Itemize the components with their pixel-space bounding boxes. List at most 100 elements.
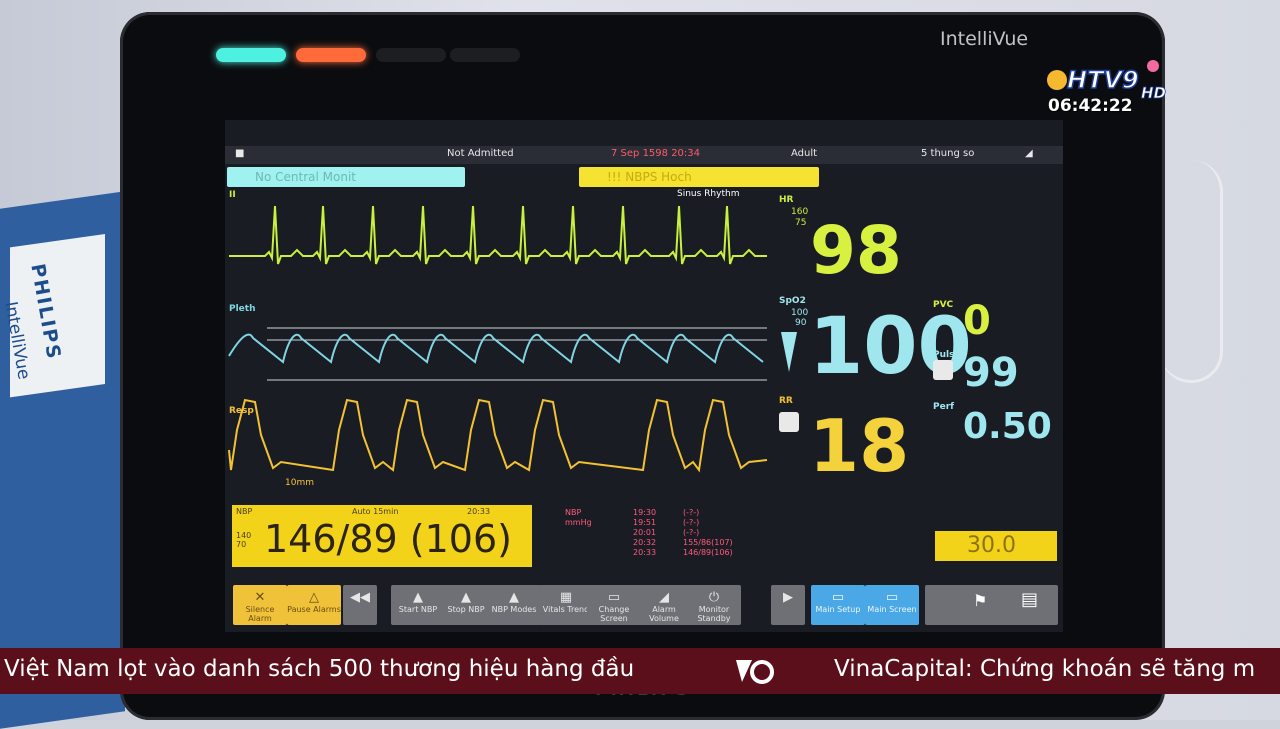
spo2-signal-icon	[781, 332, 797, 372]
pleth-label: Pleth	[229, 304, 256, 314]
ticker-right-text: VinaCapital: Chứng khoán sẽ tăng m	[834, 656, 1256, 682]
smartkey-label: Main Screen	[867, 605, 917, 614]
hr-limit-lo: 75	[795, 218, 807, 228]
hr-label: HR	[779, 195, 794, 205]
pvc-label: PVC	[933, 300, 954, 310]
nbp-header-left: NBP	[236, 507, 253, 516]
smartkey-icon: ▶	[783, 590, 793, 605]
smartkey-label: Main Setup	[815, 605, 861, 614]
smartkey-label: Pause Alarms	[287, 605, 341, 614]
monitor-screen: ■ Not Admitted 7 Sep 1598 20:34 Adult 5 …	[225, 120, 1063, 632]
resp-waveform	[228, 398, 768, 473]
ticker-left-text: Việt Nam lọt vào danh sách 500 thương hi…	[4, 656, 635, 682]
smartkey-button[interactable]: ▭ Main Setup	[811, 585, 865, 625]
datetime: 7 Sep 1598 20:34	[611, 148, 701, 159]
trend-time: 20:01	[633, 528, 657, 537]
trend-value: (-?-)	[683, 518, 700, 527]
perf-value: 0.50	[963, 406, 1052, 447]
trend-time: 19:51	[633, 518, 657, 527]
trend-time: 20:32	[633, 538, 657, 547]
flag-icon[interactable]: ⚑	[973, 591, 987, 610]
monitor-brand: IntelliVue	[940, 28, 1029, 50]
led-off-1	[376, 48, 446, 62]
smartkey-icon: ▲	[461, 590, 471, 605]
pvc-value: 0	[963, 298, 991, 344]
nbp-trend-unit: mmHg	[565, 518, 592, 527]
trend-time: 20:33	[633, 548, 657, 557]
smartkey-button[interactable]: ▭ Change Screen	[587, 585, 641, 625]
trend-value: 155/86(107)	[683, 538, 733, 547]
smartkey-button[interactable]: ▲ Start NBP	[391, 585, 445, 625]
led-red	[296, 48, 366, 62]
smartkey-button[interactable]: ▦ Vitals Trend	[539, 585, 593, 625]
ecg-waveform	[229, 205, 767, 265]
nbp-trend-label: NBP	[565, 508, 582, 517]
smartkey-button[interactable]: △ Pause Alarms	[287, 585, 341, 625]
smartkey-label: Vitals Trend	[542, 605, 590, 614]
smartkey-button[interactable]: ◀◀	[343, 585, 377, 625]
nbp-header-mid: Auto 15min	[352, 507, 399, 516]
cable-right	[1160, 160, 1223, 383]
rr-label: RR	[779, 396, 793, 406]
smartkey-label: Alarm Volume	[649, 605, 679, 623]
patient-category[interactable]: Adult	[791, 148, 817, 159]
volume-icon[interactable]: ◢	[1025, 148, 1033, 159]
smartkey-button[interactable]: ◢ Alarm Volume	[637, 585, 691, 625]
pleth-waveform	[228, 327, 767, 381]
news-ticker: Việt Nam lọt vào danh sách 500 thương hi…	[0, 648, 1280, 694]
patient-status[interactable]: Not Admitted	[447, 148, 514, 159]
smartkey-icon: ✕	[254, 590, 266, 605]
nbp-header-right: 20:33	[467, 507, 491, 516]
alarm-flag-panel: ⚑ ▤	[925, 585, 1058, 625]
smartkey-label: Start NBP	[398, 605, 438, 614]
trend-value: (-?-)	[683, 528, 700, 537]
smartkey-label: Stop NBP	[447, 605, 485, 614]
smartkey-button[interactable]: ▭ Main Screen	[865, 585, 919, 625]
trend-value: 146/89(106)	[683, 548, 733, 557]
smartkey-label: Monitor Standby	[697, 605, 731, 623]
ticker-logo	[736, 660, 774, 684]
smartkey-icon: ▦	[559, 590, 573, 605]
nbp-limits: 140 70	[236, 531, 252, 549]
smartkey-button[interactable]: ✕ Silence Alarm	[233, 585, 287, 625]
rr-value: 18	[809, 404, 910, 488]
alarm-left[interactable]: No Central Monit	[227, 167, 465, 187]
smartkey-icon: ▭	[831, 590, 845, 605]
patient-monitor: IntelliVue PHILIPS ■ Not Admitted 7 Sep …	[120, 12, 1165, 720]
hr-value: 98	[810, 212, 902, 289]
etco2-box: 30.0	[935, 531, 1057, 561]
spo2-label: SpO2	[779, 296, 806, 306]
led-cyan	[216, 48, 286, 62]
menu-icon[interactable]: ■	[235, 148, 244, 159]
pulse-bell-icon	[933, 360, 953, 380]
pulse-value: 99	[963, 350, 1019, 396]
trend-value: (-?-)	[683, 508, 700, 517]
status-bar: ■ Not Admitted 7 Sep 1598 20:34 Adult 5 …	[225, 146, 1063, 164]
pulse-label: Pulse	[933, 350, 961, 360]
perf-label: Perf	[933, 402, 955, 412]
smartkey-button[interactable]: ▲ Stop NBP	[439, 585, 493, 625]
nbp-value: 146/89 (106)	[264, 517, 512, 561]
nbp-panel[interactable]: NBP Auto 15min 20:33 140 70 146/89 (106)	[232, 505, 532, 567]
trend-time: 19:30	[633, 508, 657, 517]
broadcast-clock: 06:42:22	[1048, 96, 1133, 116]
smartkey-label: Silence Alarm	[245, 605, 275, 623]
smartkey-icon: ◢	[659, 590, 669, 605]
spo2-limit-lo: 90	[795, 318, 807, 328]
alarm-right[interactable]: !!! NBPS Hoch	[579, 167, 819, 187]
smartkey-button[interactable]: ⏻ Monitor Standby	[687, 585, 741, 625]
smartkey-button[interactable]: ▲ NBP Modes	[487, 585, 541, 625]
smartkey-icon: ⏻	[708, 590, 720, 605]
led-off-2	[450, 48, 520, 62]
printer-icon[interactable]: ▤	[1021, 589, 1038, 610]
smartkey-icon: △	[309, 590, 319, 605]
etco2-value: 30.0	[967, 533, 1016, 558]
smartkey-icon: ▭	[885, 590, 899, 605]
smartkey-icon: ▭	[607, 590, 621, 605]
channel-name: HTV9	[1067, 66, 1139, 94]
nbp-trend-times: 19:30 19:51 20:01 20:32 20:33	[633, 508, 656, 558]
smartkey-icon: ▲	[509, 590, 519, 605]
smartkey-label: Change Screen	[598, 605, 630, 623]
hr-limit-hi: 160	[791, 207, 809, 217]
smartkey-button[interactable]: ▶	[771, 585, 805, 625]
